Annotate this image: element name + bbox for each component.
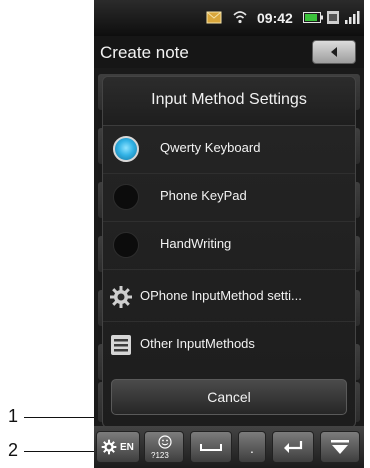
option-phone-keypad[interactable]: Phone KeyPad [103, 173, 355, 222]
other-inputmethods-label: Other InputMethods [140, 336, 255, 351]
wifi-icon [233, 11, 247, 24]
phone-screen: 09:42 Create note Input Method Settings … [94, 0, 364, 468]
smiley-icon [158, 435, 172, 449]
status-time: 09:42 [257, 10, 293, 26]
symbols-key[interactable]: ?123 [144, 431, 184, 463]
enter-key[interactable] [272, 431, 314, 463]
input-method-dialog: Input Method Settings Qwerty Keyboard Ph… [102, 76, 356, 428]
option-qwerty-keyboard[interactable]: Qwerty Keyboard [103, 125, 355, 174]
dialog-header: Input Method Settings [103, 77, 355, 126]
callout-2-line [24, 451, 96, 452]
back-button[interactable] [312, 40, 356, 64]
title-bar: Create note [94, 36, 364, 68]
gear-icon [110, 286, 132, 308]
option-label: HandWriting [160, 236, 232, 251]
option-label: Phone KeyPad [160, 188, 247, 203]
radio-button[interactable] [113, 232, 139, 258]
back-arrow-icon [331, 47, 337, 57]
cancel-button[interactable]: Cancel [111, 379, 347, 415]
symbols-label: ?123 [151, 451, 169, 460]
hide-keyboard-icon [331, 440, 349, 454]
language-label: EN [120, 442, 134, 453]
other-inputmethods-item[interactable]: Other InputMethods [103, 321, 355, 369]
battery-icon [303, 12, 323, 23]
status-bar: 09:42 [94, 0, 364, 36]
sim-icon [327, 11, 339, 24]
period-label: . [250, 440, 254, 456]
mail-icon [206, 11, 222, 24]
keyboard-toolbar: EN ?123 . [94, 426, 364, 468]
radio-button-selected[interactable] [113, 136, 139, 162]
page-title: Create note [100, 43, 189, 62]
enter-icon [284, 441, 303, 453]
signal-icon [345, 11, 360, 24]
radio-button[interactable] [113, 184, 139, 210]
option-handwriting[interactable]: HandWriting [103, 221, 355, 270]
settings-gear-icon [101, 439, 117, 455]
space-icon [200, 444, 222, 451]
option-label: Qwerty Keyboard [160, 140, 261, 155]
list-icon [111, 335, 131, 355]
period-key[interactable]: . [238, 431, 266, 463]
callout-2: 2 [8, 440, 19, 460]
ophone-inputmethod-settings-item[interactable]: OPhone InputMethod setti... [103, 273, 355, 322]
language-key[interactable]: EN [96, 431, 140, 463]
ophone-settings-label: OPhone InputMethod setti... [140, 288, 302, 303]
dialog-title: Input Method Settings [151, 91, 307, 108]
hide-keyboard-key[interactable] [320, 431, 360, 463]
callout-1: 1 [8, 406, 19, 426]
space-key[interactable] [190, 431, 232, 463]
callout-1-line [24, 417, 100, 418]
